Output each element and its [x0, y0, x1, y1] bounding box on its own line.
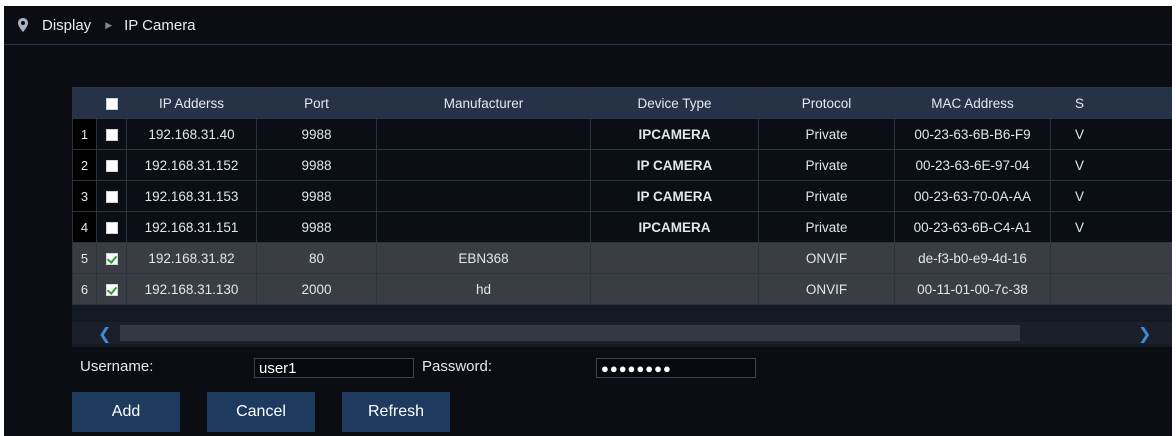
- row-checkbox[interactable]: [105, 252, 118, 265]
- table-row[interactable]: 4 192.168.31.151 9988 IPCAMERA Private 00-23-…: [72, 211, 1172, 243]
- header-protocol[interactable]: Protocol: [758, 87, 895, 119]
- row-select-cell[interactable]: [96, 211, 127, 243]
- table-header-row: IP Adderss Port Manufacturer Device Type…: [72, 87, 1172, 119]
- scroll-left-icon[interactable]: ❮: [98, 324, 111, 344]
- row-checkbox[interactable]: [105, 283, 118, 296]
- cell-ip: 192.168.31.130: [126, 273, 257, 305]
- cell-device-type: IP CAMERA: [590, 180, 759, 212]
- table-row[interactable]: 3 192.168.31.153 9988 IP CAMERA Private 00-23…: [72, 180, 1172, 212]
- row-number: 3: [72, 180, 97, 212]
- breadcrumb-current: IP Camera: [124, 16, 196, 34]
- cell-extra: V: [1050, 149, 1172, 181]
- row-select-cell[interactable]: [96, 242, 127, 274]
- row-number: 1: [72, 118, 97, 150]
- select-all-checkbox[interactable]: [105, 97, 118, 110]
- header-select-all[interactable]: [96, 87, 127, 119]
- cell-ip: 192.168.31.40: [126, 118, 257, 150]
- username-label: Username:: [80, 358, 154, 375]
- row-select-cell[interactable]: [96, 149, 127, 181]
- row-select-cell[interactable]: [96, 273, 127, 305]
- cell-extra: V: [1050, 180, 1172, 212]
- cell-mac: 00-23-63-6B-B6-F9: [894, 118, 1051, 150]
- cell-manufacturer: [376, 180, 591, 212]
- cell-port: 2000: [256, 273, 377, 305]
- row-number: 4: [72, 211, 97, 243]
- cell-device-type: [590, 242, 759, 274]
- location-pin-icon: [18, 18, 28, 32]
- row-checkbox[interactable]: [105, 128, 118, 141]
- row-select-cell[interactable]: [96, 118, 127, 150]
- cell-protocol: Private: [758, 211, 895, 243]
- cell-port: 9988: [256, 180, 377, 212]
- header-extra[interactable]: S: [1050, 87, 1172, 119]
- ip-camera-table: IP Adderss Port Manufacturer Device Type…: [72, 87, 1172, 347]
- cell-ip: 192.168.31.151: [126, 211, 257, 243]
- table-row[interactable]: 2 192.168.31.152 9988 IP CAMERA Private 00-23…: [72, 149, 1172, 181]
- refresh-button[interactable]: Refresh: [342, 392, 450, 432]
- row-number: 2: [72, 149, 97, 181]
- cell-manufacturer: EBN368: [376, 242, 591, 274]
- cell-device-type: [590, 273, 759, 305]
- breadcrumb-arrow-icon: ▶: [105, 19, 113, 30]
- header-manufacturer[interactable]: Manufacturer: [376, 87, 591, 119]
- cell-manufacturer: [376, 149, 591, 181]
- cell-mac: 00-23-63-6E-97-04: [894, 149, 1051, 181]
- cell-protocol: Private: [758, 149, 895, 181]
- cell-ip: 192.168.31.82: [126, 242, 257, 274]
- row-checkbox[interactable]: [105, 190, 118, 203]
- username-input[interactable]: [254, 358, 414, 378]
- cell-protocol: ONVIF: [758, 273, 895, 305]
- password-input[interactable]: [596, 358, 756, 378]
- credentials-row: Username: Password:: [4, 354, 1172, 382]
- row-checkbox[interactable]: [105, 159, 118, 172]
- add-button[interactable]: Add: [72, 392, 180, 432]
- cell-mac: 00-23-63-70-0A-AA: [894, 180, 1051, 212]
- ip-camera-screen: Display ▶ IP Camera IP Adderss Port Manu…: [4, 6, 1172, 436]
- scrollbar-thumb[interactable]: [120, 325, 1020, 341]
- horizontal-scrollbar[interactable]: ❮ ❯: [72, 322, 1172, 344]
- cell-extra: V: [1050, 211, 1172, 243]
- cell-extra: [1050, 273, 1172, 305]
- cell-ip: 192.168.31.152: [126, 149, 257, 181]
- scroll-right-icon[interactable]: ❯: [1138, 324, 1151, 344]
- breadcrumb: Display ▶ IP Camera: [4, 6, 1172, 45]
- cell-port: 9988: [256, 149, 377, 181]
- cell-mac: 00-23-63-6B-C4-A1: [894, 211, 1051, 243]
- table-row[interactable]: 6 192.168.31.130 2000 hd ONVIF 00-11-01-00-7c…: [72, 273, 1172, 305]
- cell-extra: V: [1050, 118, 1172, 150]
- cell-manufacturer: [376, 118, 591, 150]
- cell-ip: 192.168.31.153: [126, 180, 257, 212]
- cell-mac: 00-11-01-00-7c-38: [894, 273, 1051, 305]
- cancel-button[interactable]: Cancel: [207, 392, 315, 432]
- row-number: 6: [72, 273, 97, 305]
- cell-device-type: IP CAMERA: [590, 149, 759, 181]
- header-port[interactable]: Port: [256, 87, 377, 119]
- cell-protocol: Private: [758, 180, 895, 212]
- cell-port: 9988: [256, 118, 377, 150]
- row-number: 5: [72, 242, 97, 274]
- table-row[interactable]: 1 192.168.31.40 9988 IPCAMERA Private 00-23-6…: [72, 118, 1172, 150]
- cell-device-type: IPCAMERA: [590, 118, 759, 150]
- header-num: [72, 87, 97, 119]
- table-row[interactable]: 5 192.168.31.82 80 EBN368 ONVIF de-f3-b0-e9-4…: [72, 242, 1172, 274]
- header-device-type[interactable]: Device Type: [590, 87, 759, 119]
- cell-extra: [1050, 242, 1172, 274]
- header-ip[interactable]: IP Adderss: [126, 87, 257, 119]
- cell-manufacturer: [376, 211, 591, 243]
- password-label: Password:: [422, 358, 493, 375]
- cell-protocol: Private: [758, 118, 895, 150]
- cell-port: 80: [256, 242, 377, 274]
- cell-port: 9988: [256, 211, 377, 243]
- cell-mac: de-f3-b0-e9-4d-16: [894, 242, 1051, 274]
- breadcrumb-root[interactable]: Display: [42, 17, 91, 34]
- cell-protocol: ONVIF: [758, 242, 895, 274]
- cell-device-type: IPCAMERA: [590, 211, 759, 243]
- cell-manufacturer: hd: [376, 273, 591, 305]
- header-mac[interactable]: MAC Address: [894, 87, 1051, 119]
- row-select-cell[interactable]: [96, 180, 127, 212]
- row-checkbox[interactable]: [105, 221, 118, 234]
